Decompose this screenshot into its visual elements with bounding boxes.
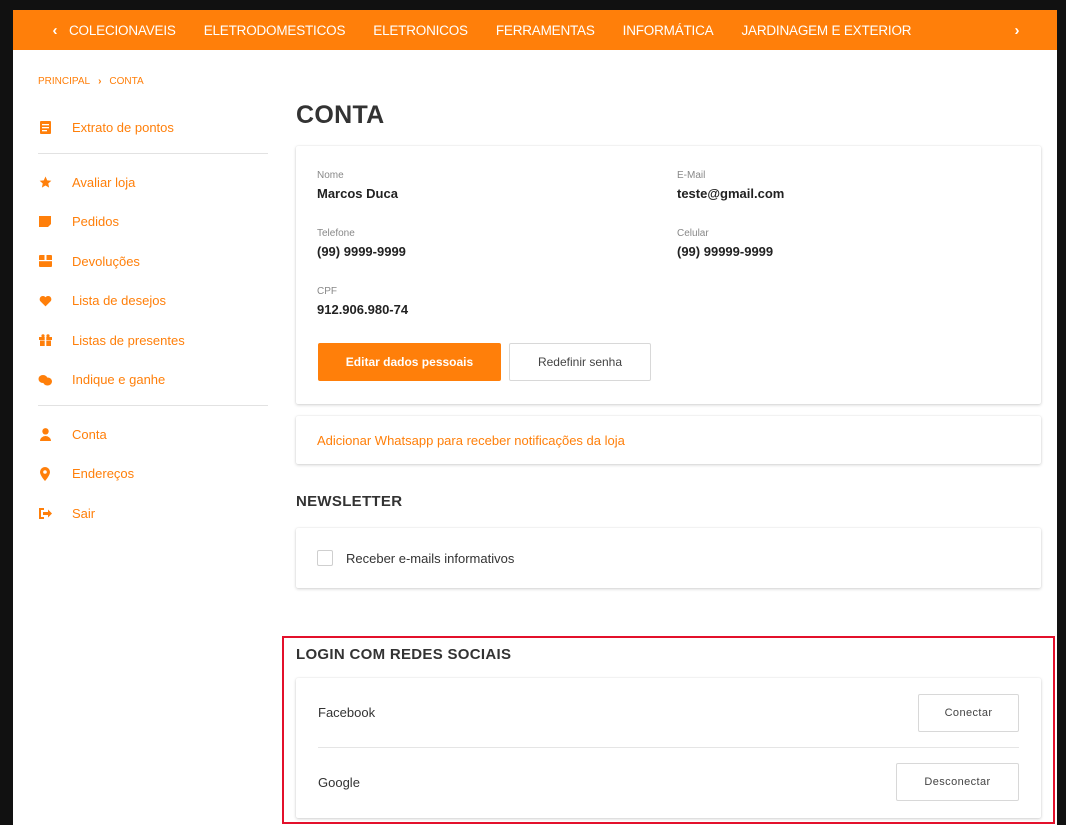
field-nome: Nome Marcos Duca	[317, 170, 398, 201]
user-icon	[38, 427, 52, 441]
category-ferramentas[interactable]: FERRAMENTAS	[496, 23, 595, 38]
reset-password-button[interactable]: Redefinir senha	[509, 343, 651, 381]
newsletter-card: Receber e-mails informativos	[296, 528, 1041, 588]
sidebar-item-label: Devoluções	[72, 253, 140, 269]
category-nav: ‹ COLECIONAVEIS ELETRODOMESTICOS ELETRON…	[13, 10, 1057, 50]
handshake-icon	[38, 373, 52, 387]
screen-frame-right	[1057, 0, 1066, 825]
field-email: E-Mail teste@gmail.com	[677, 170, 784, 201]
newsletter-checkbox-label[interactable]: Receber e-mails informativos	[346, 551, 514, 566]
sidebar-item-label: Indique e ganhe	[72, 372, 166, 388]
newsletter-checkbox[interactable]	[317, 550, 333, 566]
sidebar-item-label: Pedidos	[72, 214, 119, 230]
sidebar-item-label: Lista de desejos	[72, 293, 166, 309]
star-icon	[38, 175, 52, 189]
box-icon	[38, 254, 52, 268]
sidebar-item-label: Extrato de pontos	[72, 120, 174, 136]
social-row-google: Google Desconectar	[318, 747, 1019, 816]
breadcrumb-home[interactable]: PRINCIPAL	[38, 76, 90, 87]
field-telefone: Telefone (99) 9999-9999	[317, 228, 406, 259]
sidebar-item-extrato[interactable]: Extrato de pontos	[38, 108, 268, 148]
sidebar-item-pedidos[interactable]: Pedidos	[38, 202, 268, 242]
field-cpf: CPF 912.906.980-74	[317, 286, 408, 317]
field-label: CPF	[317, 286, 337, 297]
field-value: Marcos Duca	[317, 186, 398, 201]
field-celular: Celular (99) 99999-9999	[677, 228, 773, 259]
sidebar-item-indique-ganhe[interactable]: Indique e ganhe	[38, 360, 268, 400]
sidebar-item-avaliar-loja[interactable]: Avaliar loja	[38, 163, 268, 203]
heart-icon	[38, 294, 52, 308]
nav-next-arrow-icon[interactable]: ›	[1007, 22, 1027, 39]
account-sidebar: Extrato de pontos Avaliar loja Pedidos D…	[38, 108, 268, 533]
breadcrumb-separator: ›	[98, 76, 102, 87]
field-value: teste@gmail.com	[677, 186, 785, 201]
sidebar-item-devolucoes[interactable]: Devoluções	[38, 242, 268, 282]
sidebar-item-label: Endereços	[72, 466, 135, 482]
category-eletrodomesticos[interactable]: ELETRODOMESTICOS	[204, 23, 346, 38]
field-value: (99) 99999-9999	[677, 244, 774, 259]
facebook-connect-button[interactable]: Conectar	[918, 693, 1019, 732]
field-label: Telefone	[317, 228, 355, 239]
order-icon	[38, 215, 52, 229]
sidebar-item-label: Conta	[72, 426, 107, 442]
screen-frame-top	[0, 0, 1066, 10]
provider-name: Google	[318, 774, 360, 790]
sidebar-item-label: Avaliar loja	[72, 174, 136, 190]
receipt-icon	[38, 121, 52, 135]
screen-frame-left	[0, 0, 13, 825]
sidebar-item-lista-desejos[interactable]: Lista de desejos	[38, 281, 268, 321]
field-label: E-Mail	[677, 170, 706, 181]
social-row-facebook: Facebook Conectar	[318, 678, 1019, 747]
category-informatica[interactable]: INFORMÁTICA	[623, 23, 714, 38]
category-colecionaveis[interactable]: COLECIONAVEIS	[69, 23, 176, 38]
sidebar-item-sair[interactable]: Sair	[38, 494, 268, 534]
field-label: Nome	[317, 170, 344, 181]
sidebar-item-label: Sair	[72, 505, 96, 521]
sign-out-icon	[38, 506, 52, 520]
page-title: CONTA	[296, 101, 385, 129]
google-disconnect-button[interactable]: Desconectar	[896, 763, 1019, 801]
add-whatsapp-link[interactable]: Adicionar Whatsapp para receber notifica…	[317, 433, 625, 448]
provider-name: Facebook	[318, 705, 376, 720]
account-details-card: Nome Marcos Duca E-Mail teste@gmail.com …	[296, 146, 1041, 404]
field-value: 912.906.980-74	[317, 302, 409, 317]
category-eletronicos[interactable]: ELETRONICOS	[373, 23, 468, 38]
field-value: (99) 9999-9999	[317, 244, 406, 259]
whatsapp-card: Adicionar Whatsapp para receber notifica…	[296, 416, 1041, 464]
sidebar-item-label: Listas de presentes	[72, 332, 185, 348]
social-login-title: LOGIN COM REDES SOCIAIS	[296, 646, 512, 663]
field-label: Celular	[677, 228, 709, 239]
sidebar-item-enderecos[interactable]: Endereços	[38, 454, 268, 494]
gift-icon	[38, 333, 52, 347]
nav-prev-arrow-icon[interactable]: ‹	[41, 22, 69, 39]
sidebar-item-listas-presentes[interactable]: Listas de presentes	[38, 321, 268, 361]
sidebar-item-conta[interactable]: Conta	[38, 415, 268, 455]
map-pin-icon	[38, 466, 52, 481]
edit-personal-data-button[interactable]: Editar dados pessoais	[318, 343, 501, 381]
social-login-card: Facebook Conectar Google Desconectar	[296, 678, 1041, 818]
sidebar-divider	[38, 404, 268, 406]
breadcrumb-current: CONTA	[109, 76, 144, 87]
sidebar-divider	[38, 152, 268, 154]
breadcrumb: PRINCIPAL › CONTA	[38, 76, 144, 87]
category-jardinagem[interactable]: JARDINAGEM E EXTERIOR	[741, 23, 911, 38]
newsletter-title: NEWSLETTER	[296, 493, 403, 510]
